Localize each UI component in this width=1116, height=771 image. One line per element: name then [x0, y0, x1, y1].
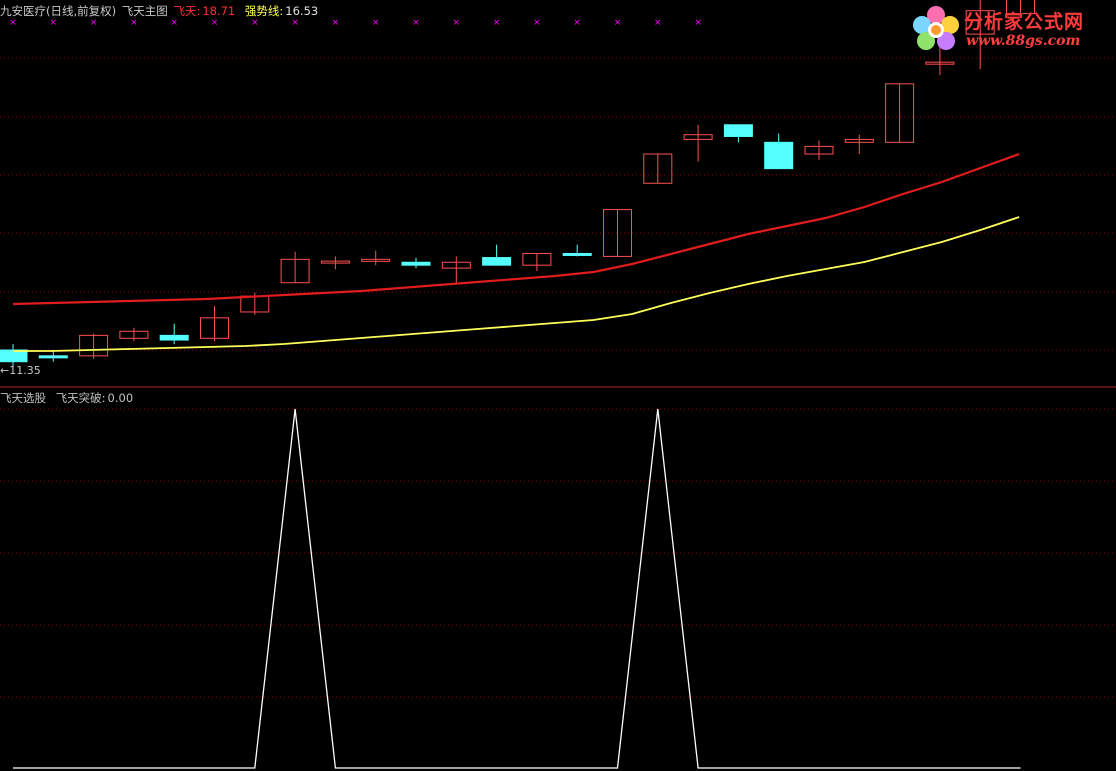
signal-marker: ×	[694, 18, 702, 28]
candle-body	[723, 124, 753, 137]
signal-marker: ×	[50, 18, 58, 28]
feitian-value: 18.71	[202, 4, 236, 18]
signal-marker: ×	[251, 18, 259, 28]
candle-body	[482, 257, 512, 266]
candle-body	[764, 141, 794, 170]
breakout-signal-line	[13, 408, 1021, 769]
signal-marker: ×	[170, 18, 178, 28]
signal-marker: ×	[453, 18, 461, 28]
candle-body	[562, 252, 592, 256]
candlesticks	[0, 0, 1035, 368]
signal-marker: ×	[9, 18, 17, 28]
chart-canvas: × × × × × × × × × × × × × × × × × × ←11.35	[0, 0, 1116, 769]
sub-panel-header: 飞天选股 飞天突破: 0.00	[0, 390, 135, 406]
watermark-logo: 分析家公式网 www.88gs.com	[908, 3, 1108, 55]
signal-marker: ×	[493, 18, 501, 28]
signal-marker: ×	[130, 18, 138, 28]
sub-panel-grid	[0, 408, 1116, 698]
signal-marker: ×	[533, 18, 541, 28]
breakout-value: 0.00	[107, 391, 134, 405]
signal-marker: ×	[573, 18, 581, 28]
signal-marker: ×	[654, 18, 662, 28]
main-panel-header: 九安医疗(日线,前复权) 飞天主图 飞天: 18.71 强势线: 16.53	[0, 3, 320, 19]
breakout-label: 飞天突破:	[55, 391, 106, 405]
flower-icon	[913, 6, 959, 50]
main-panel-grid	[0, 57, 1116, 351]
strong-label: 强势线:	[244, 4, 284, 18]
signal-marker: ×	[211, 18, 219, 28]
signal-markers: × × × × × × × × × × × × × × × × × ×	[9, 18, 702, 28]
signal-marker: ×	[332, 18, 340, 28]
candle-body	[159, 334, 189, 341]
breakout-signal	[13, 408, 1021, 769]
watermark-url: www.88gs.com	[966, 33, 1081, 49]
signal-marker: ×	[291, 18, 299, 28]
feitian-line	[12, 152, 1020, 306]
watermark-name: 分析家公式网	[964, 11, 1085, 33]
signal-marker: ×	[412, 18, 420, 28]
stock-title: 九安医疗(日线,前复权)	[0, 4, 117, 18]
strong-value: 16.53	[285, 4, 319, 18]
low-price-label: ←11.35	[0, 364, 41, 377]
candle-body	[401, 261, 431, 266]
indicator-lines	[12, 152, 1020, 352]
feitian-label: 飞天:	[173, 4, 201, 18]
subpanel-title: 飞天选股	[0, 391, 46, 405]
candle-body	[38, 355, 68, 359]
signal-marker: ×	[614, 18, 622, 28]
signal-marker: ×	[90, 18, 98, 28]
strong-line	[13, 216, 1020, 352]
indicator-title: 飞天主图	[121, 4, 168, 18]
signal-marker: ×	[372, 18, 380, 28]
